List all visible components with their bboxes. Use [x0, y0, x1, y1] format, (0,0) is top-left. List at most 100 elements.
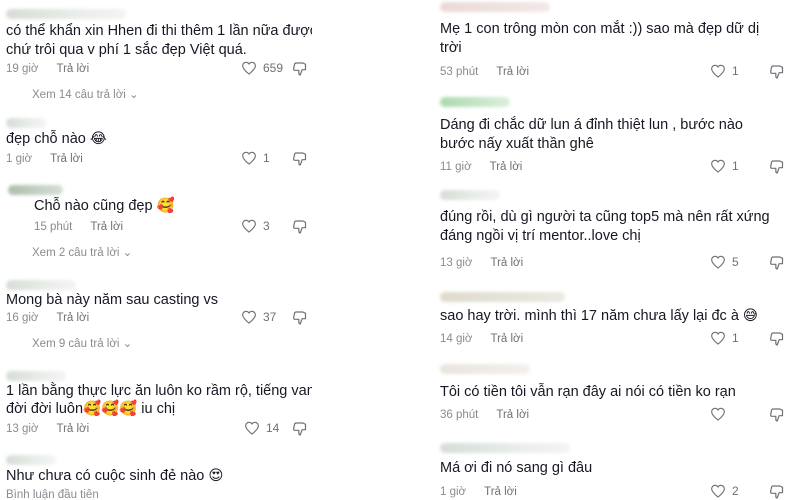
like-button[interactable]: 1: [241, 151, 270, 165]
like-button[interactable]: [710, 407, 732, 421]
like-count: 1: [732, 331, 739, 345]
comment-text: Mong bà này năm sau casting vs: [6, 292, 218, 308]
comment-text: Như chưa có cuộc sinh đẻ nào 😍: [6, 468, 224, 484]
comment-panel-right: Mẹ 1 con trông mòn con mắt :)) sao mà đẹ…: [430, 0, 800, 500]
like-button[interactable]: 659: [241, 61, 283, 75]
heart-outline-icon: [242, 61, 256, 75]
comment-time: 14 giờ: [440, 333, 473, 345]
like-button[interactable]: 37: [241, 310, 276, 324]
comment-text: chứ trôi qua v phí 1 sắc đẹp Việt quá.: [6, 42, 247, 58]
comment-meta: 1 giờ Trả lời: [440, 486, 517, 498]
heart-outline-icon: [242, 310, 256, 324]
heart-outline-icon: [242, 151, 256, 165]
thumbs-down-outline-icon[interactable]: [291, 310, 308, 326]
heart-outline-icon: [711, 64, 725, 78]
thumbs-down-outline-icon[interactable]: [768, 159, 785, 175]
heart-outline-icon: [711, 407, 725, 421]
comment-meta: 16 giờ Trả lời: [6, 312, 89, 324]
comment-meta: 14 giờ Trả lời: [440, 333, 523, 345]
comment-text: Mẹ 1 con trông mòn con mắt :)) sao mà đẹ…: [440, 21, 760, 37]
comment-time: 1 giờ: [440, 486, 467, 498]
first-comment-badge: Bình luận đầu tiên: [6, 489, 99, 500]
comment-text: đúng rồi, dù gì người ta cũng top5 mà nê…: [440, 209, 770, 225]
reply-button[interactable]: Trả lời: [56, 423, 89, 435]
comment-text: Dáng đi chắc dữ lun á đỉnh thiệt lun , b…: [440, 117, 743, 133]
comment-text: 1 lần bằng thực lực ăn luôn ko rầm rộ, t…: [6, 383, 312, 399]
comment-text: Chỗ nào cũng đẹp 🥰: [34, 198, 175, 214]
like-button[interactable]: 3: [241, 219, 270, 233]
blurred-username: [440, 443, 570, 453]
reply-button[interactable]: Trả lời: [50, 153, 83, 165]
comment-time: 1 giờ: [6, 153, 33, 165]
comment-meta: 15 phút Trả lời: [34, 221, 123, 233]
thumbs-down-outline-icon[interactable]: [291, 219, 308, 235]
heart-outline-icon: [711, 331, 725, 345]
thumbs-down-outline-icon[interactable]: [291, 61, 308, 77]
thumbs-down-outline-icon[interactable]: [768, 331, 785, 347]
gap: [312, 0, 430, 500]
like-count: 14: [266, 421, 280, 435]
blurred-username: [440, 292, 565, 302]
blurred-username: [440, 364, 530, 374]
like-button[interactable]: 14: [244, 421, 279, 435]
comment-time: 16 giờ: [6, 312, 39, 324]
comment-text: bước nấy xuất thần ghê: [440, 136, 594, 152]
blurred-username: [440, 190, 500, 200]
reply-button[interactable]: Trả lời: [496, 409, 529, 421]
comment-time: 13 giờ: [440, 257, 473, 269]
comment-text: đẹp chỗ nào 😂: [6, 131, 107, 147]
chevron-down-icon: ⌄: [129, 89, 139, 101]
view-replies-link[interactable]: Xem 2 câu trả lời ⌄: [32, 245, 132, 259]
heart-outline-icon: [711, 255, 725, 269]
reply-button[interactable]: Trả lời: [56, 312, 89, 324]
like-button[interactable]: 1: [710, 64, 739, 78]
comment-text: trời: [440, 40, 462, 56]
chevron-down-icon: ⌄: [122, 247, 133, 259]
thumbs-down-outline-icon[interactable]: [768, 64, 785, 80]
like-button[interactable]: 1: [710, 159, 739, 173]
comment-text: Tôi có tiền tôi vẫn rạn đây ai nói có ti…: [440, 384, 736, 400]
like-button[interactable]: 1: [710, 331, 739, 345]
comment-time: 36 phút: [440, 409, 479, 421]
reply-button[interactable]: Trả lời: [56, 63, 89, 75]
like-button[interactable]: 2: [710, 484, 739, 498]
heart-outline-icon: [711, 484, 725, 498]
like-count: 3: [263, 219, 270, 233]
comment-panel-left: có thể khẩn xin Hhen đi thi thêm 1 lần n…: [0, 0, 312, 500]
blurred-username: [6, 371, 66, 381]
thumbs-down-outline-icon[interactable]: [768, 484, 785, 500]
reply-button[interactable]: Trả lời: [490, 161, 523, 173]
view-replies-link[interactable]: Xem 9 câu trả lời ⌄: [32, 336, 132, 350]
comment-meta: 13 giờ Trả lời: [440, 257, 523, 269]
chevron-down-icon: ⌄: [122, 338, 133, 350]
heart-outline-icon: [242, 219, 256, 233]
like-count: 2: [732, 484, 739, 498]
like-button[interactable]: 5: [710, 255, 739, 269]
reply-button[interactable]: Trả lời: [490, 257, 523, 269]
comment-meta: 19 giờ Trả lời: [6, 63, 89, 75]
comment-meta: 11 giờ Trả lời: [440, 161, 522, 173]
blurred-username: [6, 9, 126, 19]
comment-meta: 13 giờ Trả lời: [6, 423, 89, 435]
thumbs-down-outline-icon[interactable]: [768, 255, 785, 271]
like-count: 1: [263, 151, 270, 165]
comment-time: 13 giờ: [6, 423, 39, 435]
reply-button[interactable]: Trả lời: [490, 333, 523, 345]
comment-text: Má ơi đi nó sang gì đâu: [440, 460, 593, 476]
thumbs-down-outline-icon[interactable]: [768, 407, 785, 423]
blurred-username: [8, 185, 63, 195]
reply-button[interactable]: Trả lời: [484, 486, 517, 498]
comment-text: đời đời luôn🥰🥰🥰 iu chị: [6, 401, 176, 417]
reply-button[interactable]: Trả lời: [90, 221, 123, 233]
like-count: 1: [732, 64, 739, 78]
blurred-username: [6, 280, 76, 290]
heart-outline-icon: [711, 159, 725, 173]
thumbs-down-outline-icon[interactable]: [291, 421, 308, 437]
blurred-username: [440, 97, 510, 107]
reply-button[interactable]: Trả lời: [496, 66, 529, 78]
thumbs-down-outline-icon[interactable]: [291, 151, 308, 167]
view-replies-link[interactable]: Xem 14 câu trả lời ⌄: [32, 87, 139, 101]
comment-text: sao hay trời. mình thì 17 năm chưa lấy l…: [440, 308, 759, 324]
comment-time: 15 phút: [34, 221, 73, 233]
blurred-username: [6, 455, 56, 465]
